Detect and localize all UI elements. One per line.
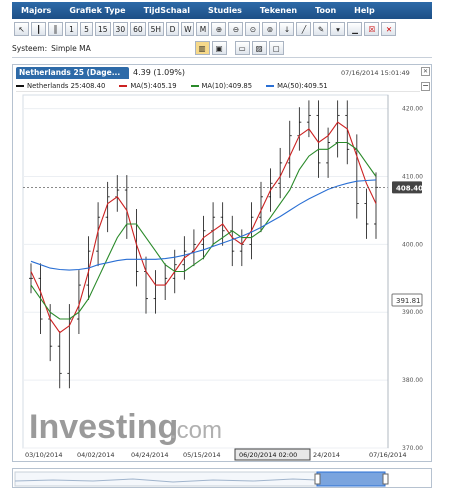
plot-area: [22, 94, 389, 449]
x-tick-label: 24/2014: [313, 451, 340, 459]
print-icon[interactable]: ▭: [234, 41, 250, 55]
system-value[interactable]: Simple MA: [51, 44, 91, 53]
chart-grid: [22, 94, 389, 449]
watermark-suffix: .com: [170, 417, 222, 444]
menu-grafiek-type[interactable]: Grafiek Type: [60, 6, 134, 15]
x-tick-label: 03/10/2014: [25, 451, 62, 459]
menu-studies[interactable]: Studies: [199, 6, 251, 15]
timeframe-15[interactable]: 15: [95, 22, 111, 36]
image-icon[interactable]: ▨: [251, 41, 267, 55]
y-tick-label: 420.00: [402, 106, 423, 113]
timeframe-w[interactable]: W: [181, 22, 195, 36]
bar-chart-icon[interactable]: ║: [48, 22, 63, 36]
price-chart[interactable]: Investing .com 420.00 410.00 400.00 390.00 3…: [13, 65, 433, 463]
y-tick-label: 410.00: [402, 173, 423, 180]
dropdown-icon[interactable]: ▾: [330, 22, 346, 36]
timeframe-d[interactable]: D: [166, 22, 180, 36]
chart-panel: Netherlands 25 (Dage... 4.39 (1.09%) 07/…: [12, 64, 432, 462]
download-icon[interactable]: ↓: [279, 22, 295, 36]
zoom-fit-icon[interactable]: ⊙: [245, 22, 261, 36]
timeframe-5h[interactable]: 5H: [147, 22, 165, 36]
delete-drawings-icon[interactable]: ☒: [364, 22, 380, 36]
timeframe-5[interactable]: 5: [80, 22, 93, 36]
line-tool-icon[interactable]: ╱: [296, 22, 312, 36]
navigator-right-handle[interactable]: [382, 473, 389, 485]
menu-majors[interactable]: Majors: [12, 6, 60, 15]
y-tick-label: 400.00: [402, 241, 423, 248]
x-tick-label: 04/24/2014: [131, 451, 168, 459]
price-tag-label: 408.40: [396, 184, 423, 192]
cursor-icon[interactable]: ↖: [14, 22, 29, 36]
divider: [12, 57, 432, 58]
fullscreen-icon[interactable]: ▢: [268, 41, 284, 55]
timeframe-30[interactable]: 30: [112, 22, 129, 36]
crosshair-date-label: 06/20/2014 02:00: [239, 451, 297, 459]
menu-tekenen[interactable]: Tekenen: [251, 6, 306, 15]
zoom-reset-icon[interactable]: ⊚: [262, 22, 278, 36]
lock-icon[interactable]: ▥: [194, 41, 210, 55]
menu-bar: Majors Grafiek Type TijdSchaal Studies T…: [12, 2, 432, 19]
menu-help[interactable]: Help: [345, 6, 384, 15]
menu-toon[interactable]: Toon: [306, 6, 345, 15]
pencil-icon[interactable]: ✎: [313, 22, 329, 36]
navigator-svg: [14, 471, 389, 487]
navigator-window[interactable]: [316, 471, 386, 487]
close-icon[interactable]: ✕: [381, 22, 397, 36]
system-bar: Systeem: Simple MA ▥ ▣ ▭ ▨ ▢: [12, 40, 432, 56]
watermark-brand: Investing: [29, 408, 178, 446]
x-tick-label: 04/02/2014: [77, 451, 114, 459]
timeframe-m[interactable]: M: [196, 22, 210, 36]
chart-toolbar: ↖ ┃ ║ 1 5 15 30 60 5H D W M ⊕ ⊖ ⊙ ⊚ ↓ ╱ …: [12, 20, 432, 38]
navigator-track: [14, 471, 318, 487]
y-tick-label: 390.00: [402, 309, 423, 316]
chart-navigator[interactable]: [12, 468, 432, 488]
zoom-out-icon[interactable]: ⊖: [228, 22, 244, 36]
candlestick-icon[interactable]: ┃: [31, 22, 46, 36]
save-icon[interactable]: ▣: [211, 41, 227, 55]
system-label: Systeem:: [12, 43, 48, 53]
low-tag-label: 391.81: [396, 297, 421, 305]
x-tick-label: 07/16/2014: [369, 451, 406, 459]
timeframe-60[interactable]: 60: [130, 22, 146, 36]
zoom-in-icon[interactable]: ⊕: [211, 22, 227, 36]
timeframe-1[interactable]: 1: [65, 22, 78, 36]
x-tick-label: 05/15/2014: [183, 451, 220, 459]
layout-icon[interactable]: ▁: [347, 22, 363, 36]
menu-tijdschaal[interactable]: TijdSchaal: [135, 6, 199, 15]
navigator-left-handle[interactable]: [314, 473, 321, 485]
y-tick-label: 380.00: [402, 377, 423, 384]
